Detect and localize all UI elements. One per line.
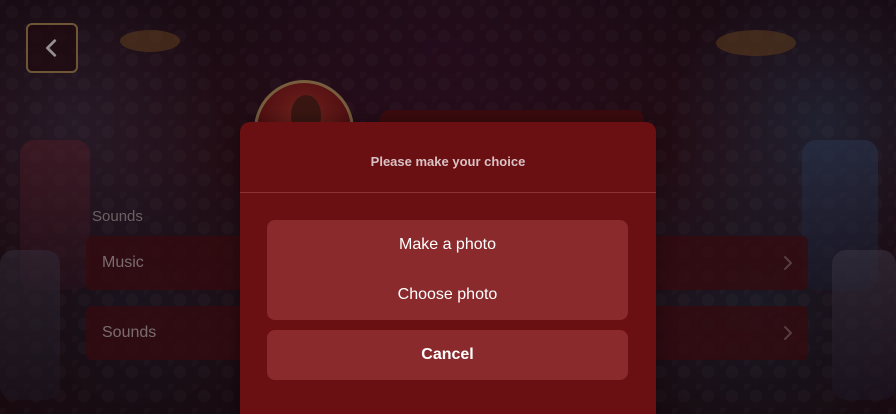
photo-options-group: Make a photo Choose photo: [267, 220, 628, 320]
settings-screen: Sounds Music Sounds Please make your cho…: [0, 0, 896, 414]
choose-photo-button[interactable]: Choose photo: [267, 270, 628, 320]
make-photo-button[interactable]: Make a photo: [267, 220, 628, 270]
cancel-button[interactable]: Cancel: [267, 330, 628, 380]
photo-choice-modal: Please make your choice Make a photo Cho…: [240, 122, 656, 414]
modal-title: Please make your choice: [370, 154, 526, 169]
modal-divider: [240, 192, 656, 193]
